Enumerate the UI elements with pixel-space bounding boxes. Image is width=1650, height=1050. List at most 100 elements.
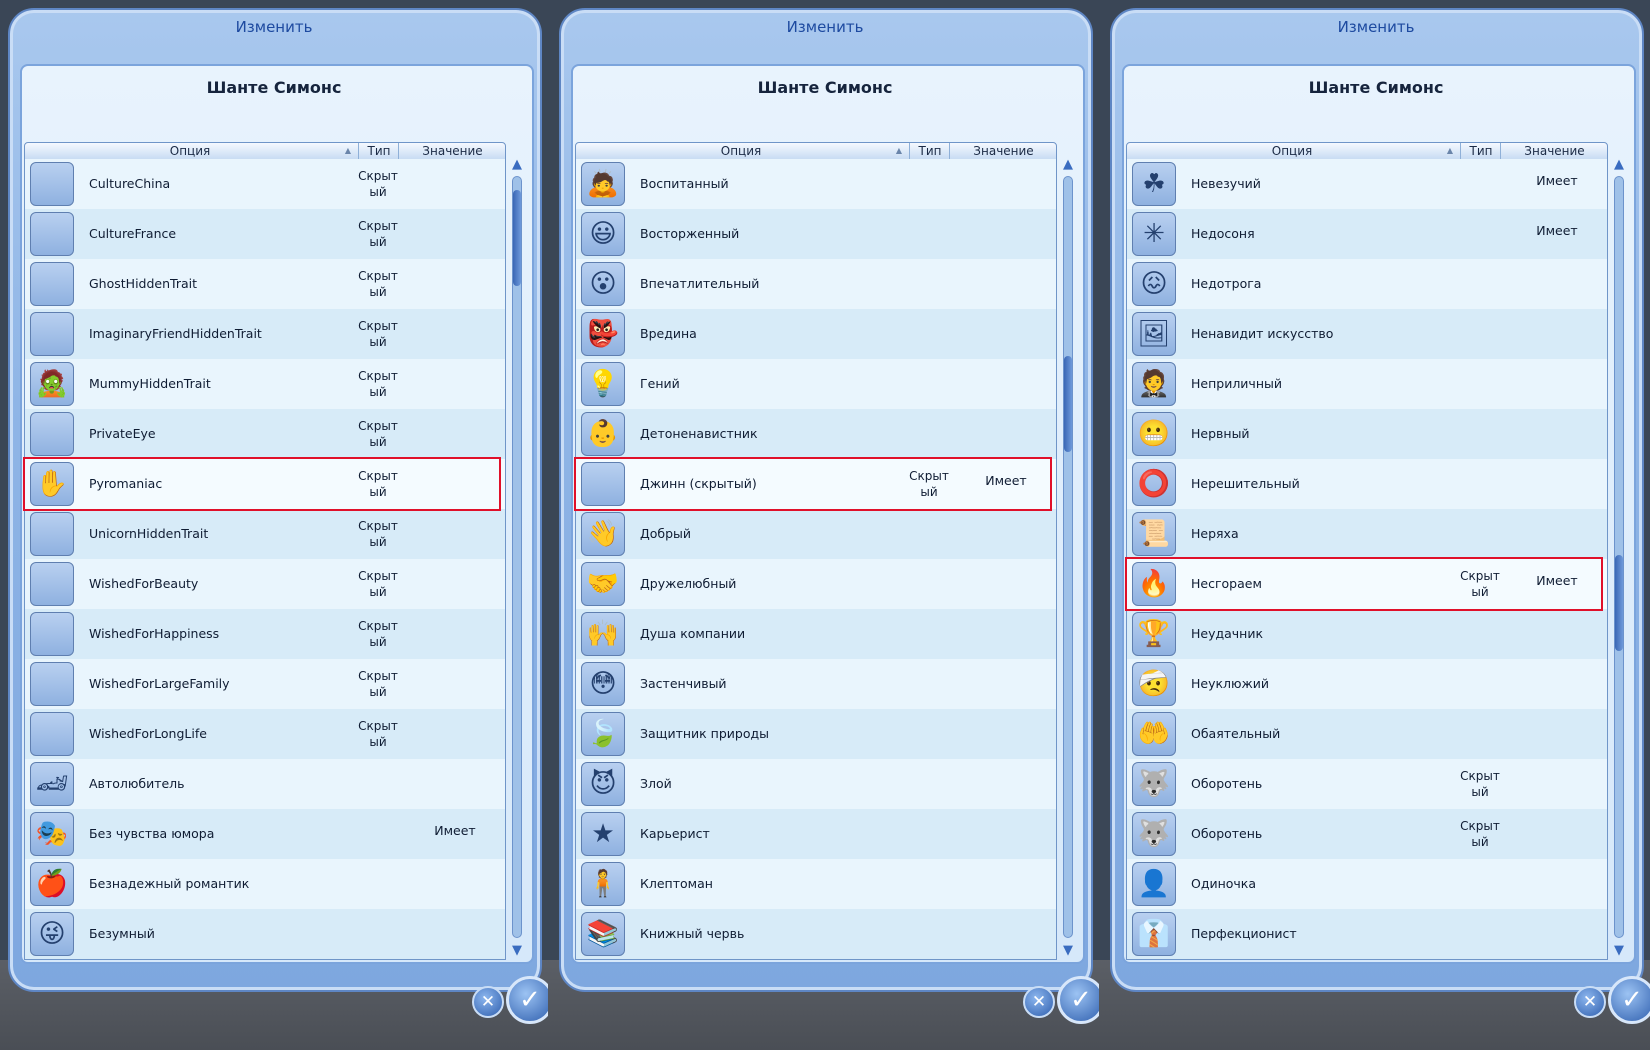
- trait-name: CultureChina: [89, 176, 171, 191]
- table-row[interactable]: 😜 Безумный: [25, 909, 505, 959]
- column-header-type[interactable]: Тип: [1460, 143, 1501, 159]
- ring-x-icon: ⭕: [1132, 462, 1176, 506]
- table-row[interactable]: 👋 Добрый: [576, 509, 1056, 559]
- confirm-button[interactable]: ✓: [1057, 976, 1099, 1024]
- table-row[interactable]: 👔 Перфекционист: [1127, 909, 1607, 959]
- table-row[interactable]: 😖 Недотрога: [1127, 259, 1607, 309]
- table-row[interactable]: 🤵 Неприличный: [1127, 359, 1607, 409]
- column-header-option[interactable]: Опция: [25, 143, 355, 159]
- scroll-up-icon[interactable]: ▲: [1612, 158, 1626, 172]
- table-row[interactable]: 🏆 Неудачник: [1127, 609, 1607, 659]
- blank-trait-icon: [30, 512, 74, 556]
- scroll-up-icon[interactable]: ▲: [510, 158, 524, 172]
- column-header-option[interactable]: Опция: [1127, 143, 1457, 159]
- face-x-icon: 😖: [1132, 262, 1176, 306]
- werewolf-icon: 🐺: [1132, 812, 1176, 856]
- trait-name: Карьерист: [640, 826, 710, 841]
- highlight-box: [1125, 557, 1603, 611]
- scroll-down-icon[interactable]: ▼: [510, 944, 524, 958]
- table-row[interactable]: 🍎 Безнадежный романтик: [25, 859, 505, 909]
- table-row[interactable]: 👺 Вредина: [576, 309, 1056, 359]
- column-header-type[interactable]: Тип: [909, 143, 950, 159]
- table-row[interactable]: CultureFrance Скрыт ый: [25, 209, 505, 259]
- scroll-down-icon[interactable]: ▼: [1612, 944, 1626, 958]
- panel-title: Изменить: [1337, 18, 1415, 36]
- table-row[interactable]: 🤕 Неуклюжий: [1127, 659, 1607, 709]
- table-row[interactable]: 😬 Нервный: [1127, 409, 1607, 459]
- cancel-button[interactable]: ✕: [1574, 986, 1606, 1018]
- confirm-button[interactable]: ✓: [506, 976, 548, 1024]
- scrollbar[interactable]: ▲ ▼: [1612, 158, 1626, 958]
- column-header-value[interactable]: Значение: [398, 143, 506, 159]
- table-row[interactable]: 💡 Гений: [576, 359, 1056, 409]
- trait-type: Скрыт ый: [358, 269, 398, 299]
- sort-arrow-icon[interactable]: ▲: [1443, 143, 1457, 159]
- cancel-button[interactable]: ✕: [1023, 986, 1055, 1018]
- edit-panel: Изменить Шанте Симонс Опция ▲ Тип Значение 🙇 Во…: [551, 0, 1099, 1050]
- panel-title: Изменить: [786, 18, 864, 36]
- table-row[interactable]: WishedForLargeFamily Скрыт ый: [25, 659, 505, 709]
- table-row[interactable]: 🐺 Оборотень Скрыт ый: [1127, 759, 1607, 809]
- table-row[interactable]: ✳ Недосоня Имеет: [1127, 209, 1607, 259]
- table-row[interactable]: 😮 Впечатлительный: [576, 259, 1056, 309]
- table-row[interactable]: 🏎 Автолюбитель: [25, 759, 505, 809]
- scrollbar[interactable]: ▲ ▼: [510, 158, 524, 958]
- table-row[interactable]: 📚 Книжный червь: [576, 909, 1056, 959]
- table-row[interactable]: 😳 Застенчивый: [576, 659, 1056, 709]
- table-row[interactable]: 👤 Одиночка: [1127, 859, 1607, 909]
- table-row[interactable]: ImaginaryFriendHiddenTrait Скрыт ый: [25, 309, 505, 359]
- trait-name: WishedForLargeFamily: [89, 676, 230, 691]
- table-row[interactable]: ☘ Невезучий Имеет: [1127, 159, 1607, 209]
- table-row[interactable]: 🧍 Клептоман: [576, 859, 1056, 909]
- table-row[interactable]: UnicornHiddenTrait Скрыт ый: [25, 509, 505, 559]
- party-hand-icon: 🙌: [581, 612, 625, 656]
- cancel-button[interactable]: ✕: [472, 986, 504, 1018]
- scroll-thumb[interactable]: [1615, 555, 1623, 651]
- scrollbar[interactable]: ▲ ▼: [1061, 158, 1075, 958]
- table-row[interactable]: WishedForLongLife Скрыт ый: [25, 709, 505, 759]
- table-row[interactable]: ★ Карьерист: [576, 809, 1056, 859]
- table-row[interactable]: 🖼 Ненавидит искусство: [1127, 309, 1607, 359]
- evil-mask-icon: 👺: [581, 312, 625, 356]
- scroll-down-icon[interactable]: ▼: [1061, 944, 1075, 958]
- table-row[interactable]: CultureChina Скрыт ый: [25, 159, 505, 209]
- trait-name: Впечатлительный: [640, 276, 760, 291]
- kleptomaniac-icon: 🧍: [581, 862, 625, 906]
- table-row[interactable]: 😃 Восторженный: [576, 209, 1056, 259]
- table-row[interactable]: 🎭 Без чувства юмора Имеет: [25, 809, 505, 859]
- table-row[interactable]: PrivateEye Скрыт ый: [25, 409, 505, 459]
- table-row[interactable]: 👶 Детоненавистник: [576, 409, 1056, 459]
- table-row[interactable]: 🙇 Воспитанный: [576, 159, 1056, 209]
- scroll-thumb[interactable]: [513, 190, 521, 286]
- trait-type: Скрыт ый: [358, 569, 398, 599]
- blank-trait-icon: [30, 212, 74, 256]
- impressed-face-icon: 😮: [581, 262, 625, 306]
- table-row[interactable]: 🧟 MummyHiddenTrait Скрыт ый: [25, 359, 505, 409]
- scroll-track[interactable]: [1063, 176, 1073, 938]
- column-header-value[interactable]: Значение: [949, 143, 1057, 159]
- column-header-option[interactable]: Опция: [576, 143, 906, 159]
- sort-arrow-icon[interactable]: ▲: [341, 143, 355, 159]
- column-header-value[interactable]: Значение: [1500, 143, 1608, 159]
- scroll-track[interactable]: [512, 176, 522, 938]
- table-row[interactable]: WishedForBeauty Скрыт ый: [25, 559, 505, 609]
- trait-name: Нерешительный: [1191, 476, 1300, 491]
- trait-name: UnicornHiddenTrait: [89, 526, 209, 541]
- table-row[interactable]: 🐺 Оборотень Скрыт ый: [1127, 809, 1607, 859]
- table-row[interactable]: ⭕ Нерешительный: [1127, 459, 1607, 509]
- table-row[interactable]: GhostHiddenTrait Скрыт ый: [25, 259, 505, 309]
- column-header-type[interactable]: Тип: [358, 143, 399, 159]
- scroll-track[interactable]: [1614, 176, 1624, 938]
- table-row[interactable]: 🙌 Душа компании: [576, 609, 1056, 659]
- table-row[interactable]: 🤲 Обаятельный: [1127, 709, 1607, 759]
- trait-name: Застенчивый: [640, 676, 727, 691]
- sort-arrow-icon[interactable]: ▲: [892, 143, 906, 159]
- table-row[interactable]: WishedForHappiness Скрыт ый: [25, 609, 505, 659]
- table-row[interactable]: 🍃 Защитник природы: [576, 709, 1056, 759]
- table-row[interactable]: 🤝 Дружелюбный: [576, 559, 1056, 609]
- scroll-up-icon[interactable]: ▲: [1061, 158, 1075, 172]
- table-row[interactable]: 📜 Неряха: [1127, 509, 1607, 559]
- scroll-thumb[interactable]: [1064, 356, 1072, 452]
- table-row[interactable]: 😈 Злой: [576, 759, 1056, 809]
- confirm-button[interactable]: ✓: [1608, 976, 1650, 1024]
